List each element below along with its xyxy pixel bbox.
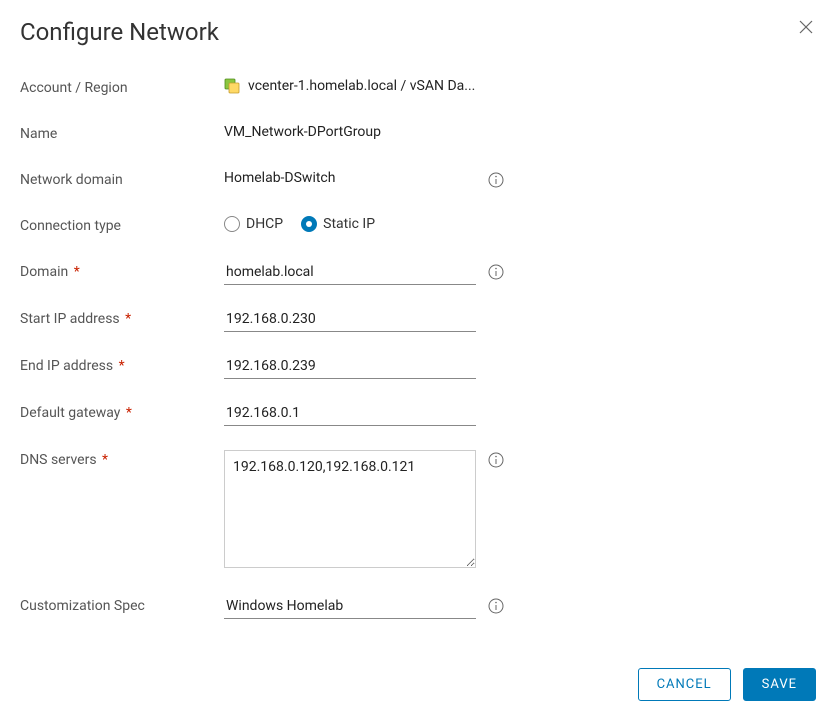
value-network-domain: Homelab-DSwitch — [224, 170, 335, 186]
dns-servers-input[interactable] — [224, 450, 476, 568]
radio-dhcp-circle — [224, 216, 240, 232]
domain-input[interactable] — [224, 262, 476, 285]
radio-static-ip-circle — [301, 216, 317, 232]
radio-dhcp-label: DHCP — [246, 216, 283, 232]
value-account-region: vcenter-1.homelab.local / vSAN Da... — [248, 78, 475, 94]
value-name: VM_Network-DPortGroup — [224, 124, 381, 140]
required-mark: * — [74, 264, 80, 280]
customization-spec-input[interactable] — [224, 596, 476, 619]
label-end-ip: End IP address — [20, 358, 113, 374]
label-account-region: Account / Region — [20, 78, 224, 96]
connection-type-radio-group: DHCP Static IP — [224, 216, 375, 232]
label-default-gateway: Default gateway — [20, 405, 120, 421]
label-network-domain: Network domain — [20, 170, 224, 188]
required-mark: * — [102, 452, 108, 468]
end-ip-input[interactable] — [224, 356, 476, 379]
label-name: Name — [20, 124, 224, 142]
close-button[interactable] — [796, 18, 816, 40]
save-button[interactable]: SAVE — [743, 668, 816, 701]
cancel-button[interactable]: CANCEL — [638, 668, 731, 701]
vcenter-icon — [224, 78, 240, 94]
info-icon[interactable] — [488, 598, 504, 614]
dialog-title: Configure Network — [20, 18, 219, 46]
label-customization-spec: Customization Spec — [20, 596, 224, 614]
required-mark: * — [126, 405, 132, 421]
radio-static-ip-label: Static IP — [323, 216, 375, 232]
label-dns-servers: DNS servers — [20, 452, 97, 468]
required-mark: * — [119, 358, 125, 374]
label-domain: Domain — [20, 264, 68, 280]
info-icon[interactable] — [488, 264, 504, 280]
info-icon[interactable] — [488, 452, 504, 468]
start-ip-input[interactable] — [224, 309, 476, 332]
label-connection-type: Connection type — [20, 216, 224, 234]
radio-dhcp[interactable]: DHCP — [224, 216, 283, 232]
close-icon — [798, 19, 814, 35]
required-mark: * — [125, 311, 131, 327]
default-gateway-input[interactable] — [224, 403, 476, 426]
label-start-ip: Start IP address — [20, 311, 120, 327]
radio-static-ip[interactable]: Static IP — [301, 216, 375, 232]
info-icon[interactable] — [488, 172, 504, 188]
